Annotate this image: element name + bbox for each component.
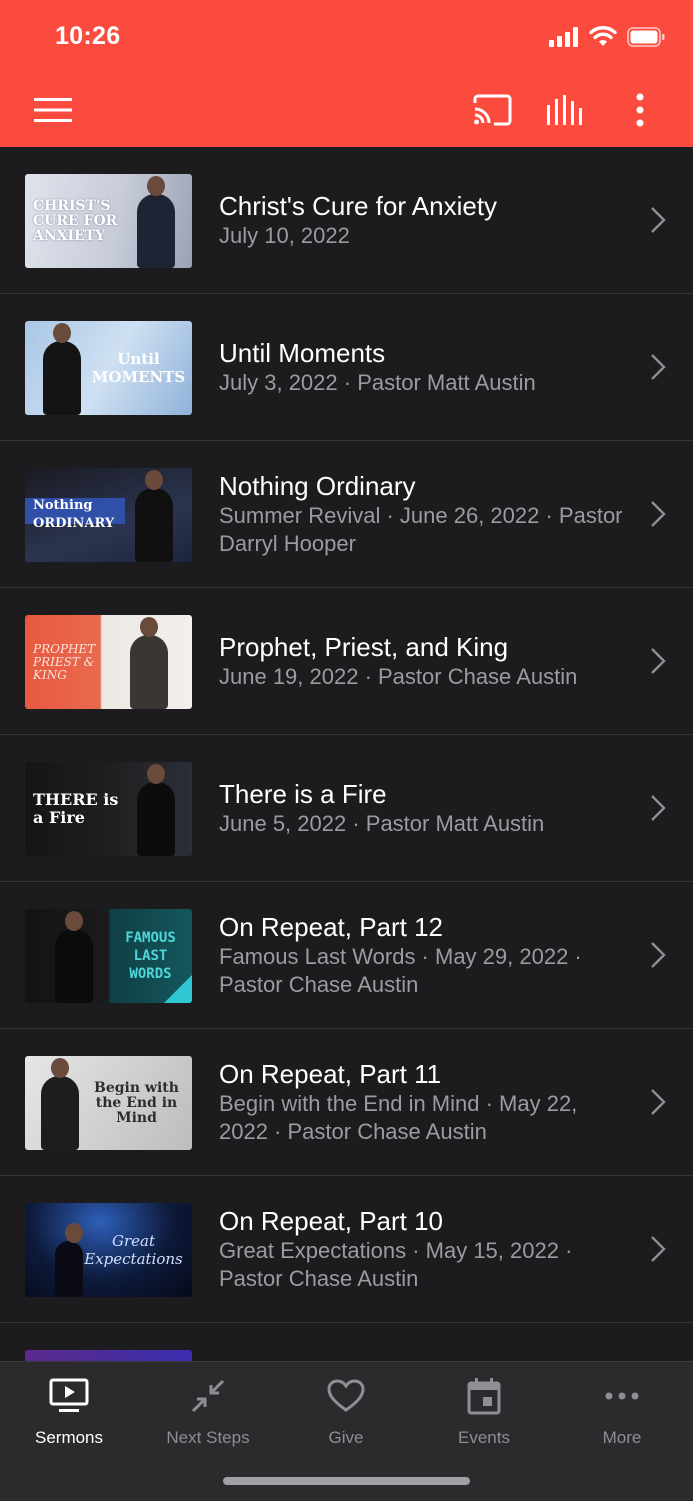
- sermon-thumbnail: Nothing ORDINARY: [25, 468, 192, 562]
- sermon-subtitle: June 5, 2022 · Pastor Matt Austin: [219, 811, 545, 836]
- sermon-thumbnail: Until MOMENTS: [25, 321, 192, 415]
- battery-icon: [627, 26, 665, 47]
- thumbnail-text: Great Expectations: [84, 1232, 183, 1268]
- chevron-right-icon: [651, 1236, 666, 1262]
- sermon-list: CHRIST'S CURE FOR ANXIETY Christ's Cure …: [0, 147, 693, 1469]
- speaker-figure: [43, 323, 81, 415]
- sermon-title: On Repeat, Part 11: [219, 1059, 442, 1089]
- status-icons: [549, 26, 665, 47]
- more-options-button[interactable]: [618, 88, 662, 132]
- sermon-thumbnail: Great Expectations: [25, 1203, 192, 1297]
- sermon-thumbnail: Begin with the End in Mind: [25, 1056, 192, 1150]
- app-header: 10:26: [0, 0, 693, 147]
- sermon-row[interactable]: CHRIST'S CURE FOR ANXIETY Christ's Cure …: [0, 147, 693, 294]
- speaker-figure: [41, 1058, 79, 1150]
- hamburger-menu-icon: [34, 98, 72, 122]
- sermon-row[interactable]: Nothing ORDINARY Nothing Ordinary Summer…: [0, 441, 693, 588]
- speaker-figure: [137, 176, 175, 268]
- speaker-figure: [137, 764, 175, 856]
- tab-sermons[interactable]: Sermons: [0, 1376, 138, 1448]
- sermon-title: Prophet, Priest, and King: [219, 632, 509, 662]
- sermon-subtitle: Famous Last Words · May 29, 2022 · Pasto…: [219, 944, 582, 997]
- sermon-title: There is a Fire: [219, 779, 387, 809]
- horizontal-dots-icon: [605, 1392, 639, 1400]
- sermon-subtitle: June 19, 2022 · Pastor Chase Austin: [219, 664, 578, 689]
- cast-icon: [473, 94, 512, 126]
- sermon-row[interactable]: FAMOUS LAST WORDS On Repeat, Part 12 Fam…: [0, 882, 693, 1029]
- sermon-row[interactable]: THERE is a Fire There is a Fire June 5, …: [0, 735, 693, 882]
- chevron-right-icon: [651, 354, 666, 380]
- tab-label: More: [602, 1428, 642, 1447]
- chevron-right-icon: [651, 501, 666, 527]
- tv-icon: [49, 1378, 89, 1412]
- chevron-right-icon: [651, 1089, 666, 1115]
- audio-button[interactable]: [544, 88, 588, 132]
- sermon-thumbnail: THERE is a Fire: [25, 762, 192, 856]
- sermon-row[interactable]: Begin with the End in Mind On Repeat, Pa…: [0, 1029, 693, 1176]
- sermon-subtitle: Great Expectations · May 15, 2022 · Past…: [219, 1238, 573, 1291]
- audio-bars-icon: [547, 95, 582, 125]
- sermon-subtitle: July 10, 2022: [219, 223, 350, 248]
- sermon-title: Christ's Cure for Anxiety: [219, 191, 498, 221]
- thumbnail-text: Nothing ORDINARY: [33, 498, 115, 531]
- home-indicator[interactable]: [223, 1477, 470, 1485]
- thumbnail-text: Begin with the End in Mind: [94, 1079, 179, 1126]
- speaker-figure: [135, 470, 173, 562]
- sermon-subtitle: Summer Revival · June 26, 2022 · Pastor …: [219, 503, 623, 556]
- vertical-dots-icon: [636, 93, 644, 127]
- tab-label: Give: [328, 1428, 364, 1447]
- thumbnail-text: PROPHET PRIEST & KING: [33, 641, 96, 682]
- chevron-right-icon: [651, 207, 666, 233]
- sermon-title: Nothing Ordinary: [219, 471, 416, 501]
- calendar-icon: [467, 1378, 501, 1415]
- signal-icon: [549, 26, 578, 47]
- menu-button[interactable]: [31, 88, 75, 132]
- tab-label: Sermons: [34, 1428, 104, 1447]
- cast-button[interactable]: [470, 88, 514, 132]
- chevron-right-icon: [651, 942, 666, 968]
- sermon-thumbnail: CHRIST'S CURE FOR ANXIETY: [25, 174, 192, 268]
- sermon-row[interactable]: PROPHET PRIEST & KING Prophet, Priest, a…: [0, 588, 693, 735]
- thumbnail-text: Until MOMENTS: [91, 350, 186, 386]
- sermon-subtitle: Begin with the End in Mind · May 22, 202…: [219, 1091, 578, 1144]
- sermon-subtitle: July 3, 2022 · Pastor Matt Austin: [219, 370, 536, 395]
- thumbnail-text: THERE is a Fire: [33, 790, 119, 827]
- sermon-title: Until Moments: [219, 338, 386, 368]
- chevron-right-icon: [651, 648, 666, 674]
- thumbnail-text: CHRIST'S CURE FOR ANXIETY: [33, 197, 118, 244]
- speaker-figure: [55, 911, 93, 1003]
- wifi-icon: [589, 26, 617, 46]
- sermon-row[interactable]: Until MOMENTS Until Moments July 3, 2022…: [0, 294, 693, 441]
- tab-events[interactable]: Events: [415, 1376, 553, 1448]
- tab-give[interactable]: Give: [277, 1376, 415, 1448]
- tab-more[interactable]: More: [553, 1376, 691, 1448]
- chevron-right-icon: [651, 795, 666, 821]
- sermon-thumbnail: PROPHET PRIEST & KING: [25, 615, 192, 709]
- status-time: 10:26: [55, 22, 121, 50]
- sermon-title: On Repeat, Part 12: [219, 912, 444, 942]
- sermon-row[interactable]: Great Expectations On Repeat, Part 10 Gr…: [0, 1176, 693, 1323]
- speaker-figure: [130, 617, 168, 709]
- arrows-in-icon: [191, 1379, 225, 1413]
- tab-label: Next Steps: [166, 1428, 250, 1447]
- tab-label: Events: [458, 1428, 510, 1447]
- thumbnail-corner: [164, 975, 192, 1003]
- heart-icon: [327, 1379, 365, 1412]
- sermon-thumbnail: FAMOUS LAST WORDS: [25, 909, 192, 1003]
- tab-next-steps[interactable]: Next Steps: [139, 1376, 277, 1448]
- sermon-title: On Repeat, Part 10: [219, 1206, 444, 1236]
